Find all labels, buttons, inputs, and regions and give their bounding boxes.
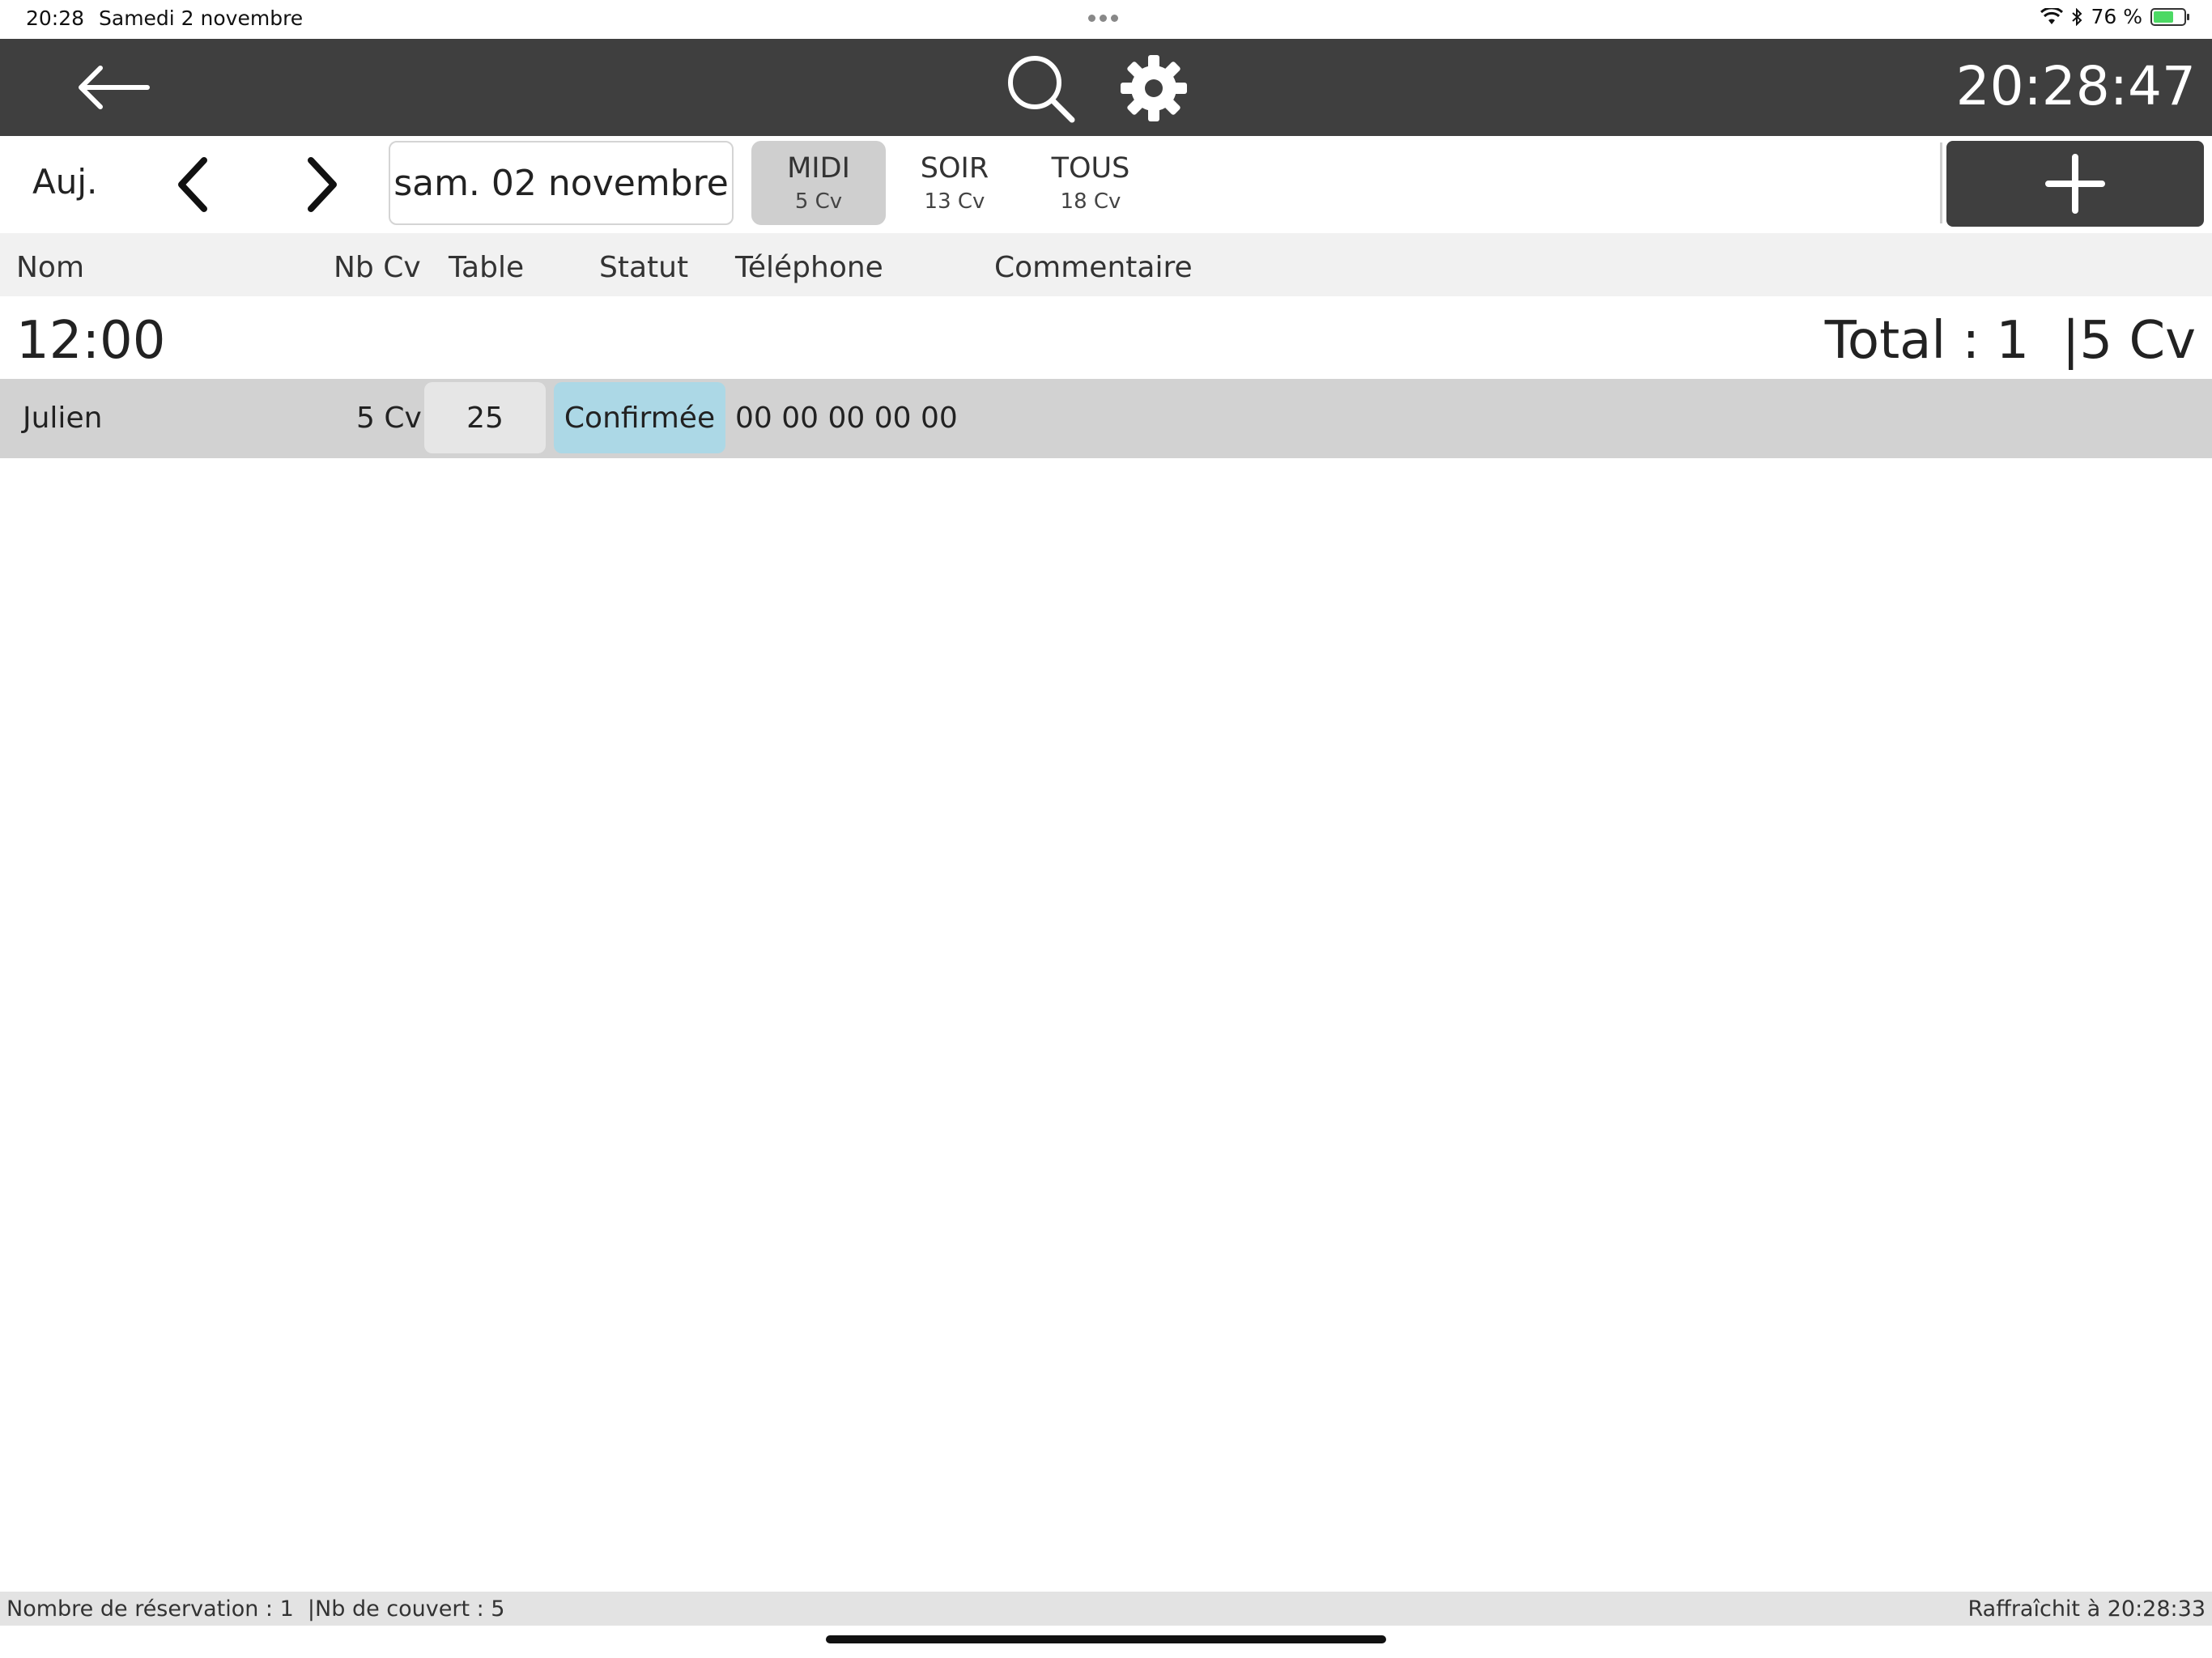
battery-percent: 76 % [2091,5,2142,28]
column-header-comment[interactable]: Commentaire [994,251,1193,284]
previous-day-button[interactable] [165,154,222,215]
multitasking-dots-icon[interactable] [1088,15,1118,22]
date-picker[interactable]: sam. 02 novembre [389,141,734,225]
back-arrow-icon [79,66,150,109]
time-group-header: 12:00 Total : 1 |5 Cv [0,298,2212,377]
column-header-phone[interactable]: Téléphone [735,251,883,284]
footer-refresh-time: Raffraîchit à 20:28:33 [1967,1596,2206,1622]
gear-icon [1121,55,1187,121]
status-date: Samedi 2 novembre [99,6,304,30]
footer-summary: Nombre de réservation : 1 |Nb de couvert… [6,1596,505,1622]
tab-tous-label: TOUS [1051,152,1130,185]
top-toolbar: 20:28:47 [0,39,2212,136]
tab-tous-count: 18 Cv [1060,189,1121,214]
tab-midi-label: MIDI [787,152,850,185]
tab-soir-label: SOIR [920,152,989,185]
home-indicator[interactable] [826,1635,1386,1643]
footer-bar: Nombre de réservation : 1 |Nb de couvert… [0,1592,2212,1626]
tab-midi-count: 5 Cv [794,189,843,214]
reservation-table-number[interactable]: 25 [424,382,546,453]
status-badge[interactable]: Confirmée [554,382,725,453]
time-group-time: 12:00 [16,311,166,371]
tab-soir[interactable]: SOIR 13 Cv [887,141,1022,225]
column-header-nb-cv[interactable]: Nb Cv [334,251,421,284]
bluetooth-icon [2072,7,2082,26]
table-row[interactable]: Julien 5 Cv 25 Confirmée 00 00 00 00 00 [0,379,2212,458]
tab-tous[interactable]: TOUS 18 Cv [1023,141,1158,225]
table-header: Nom Nb Cv Table Statut Téléphone Comment… [0,233,2212,296]
time-group-total: Total : 1 |5 Cv [1824,311,2196,371]
settings-button[interactable] [1119,53,1189,123]
column-header-name[interactable]: Nom [16,251,84,284]
plus-icon [2045,154,2105,214]
add-reservation-button[interactable] [1946,141,2204,227]
next-day-button[interactable] [293,154,350,215]
tab-soir-count: 13 Cv [924,189,985,214]
column-header-table[interactable]: Table [449,251,524,284]
battery-icon [2150,7,2189,26]
status-bar: 20:28 Samedi 2 novembre 76 % [0,0,2212,39]
reservation-phone: 00 00 00 00 00 [735,402,958,435]
chevron-right-icon [308,157,337,212]
chevron-left-icon [178,157,207,212]
status-indicators: 76 % [2040,5,2189,28]
toolbar-clock: 20:28:47 [1955,55,2196,117]
column-header-status[interactable]: Statut [599,251,688,284]
search-icon [1008,56,1075,123]
wifi-icon [2040,7,2064,24]
back-button[interactable] [73,57,154,118]
reservation-covers: 5 Cv [356,402,422,435]
divider [1940,142,1942,223]
today-button[interactable]: Auj. [32,162,97,202]
tab-midi[interactable]: MIDI 5 Cv [751,141,886,225]
status-time: 20:28 [26,6,85,30]
search-button[interactable] [1004,52,1077,125]
reservation-name: Julien [23,402,103,435]
date-service-bar: Auj. sam. 02 novembre MIDI 5 Cv SOIR 13 … [0,136,2212,232]
